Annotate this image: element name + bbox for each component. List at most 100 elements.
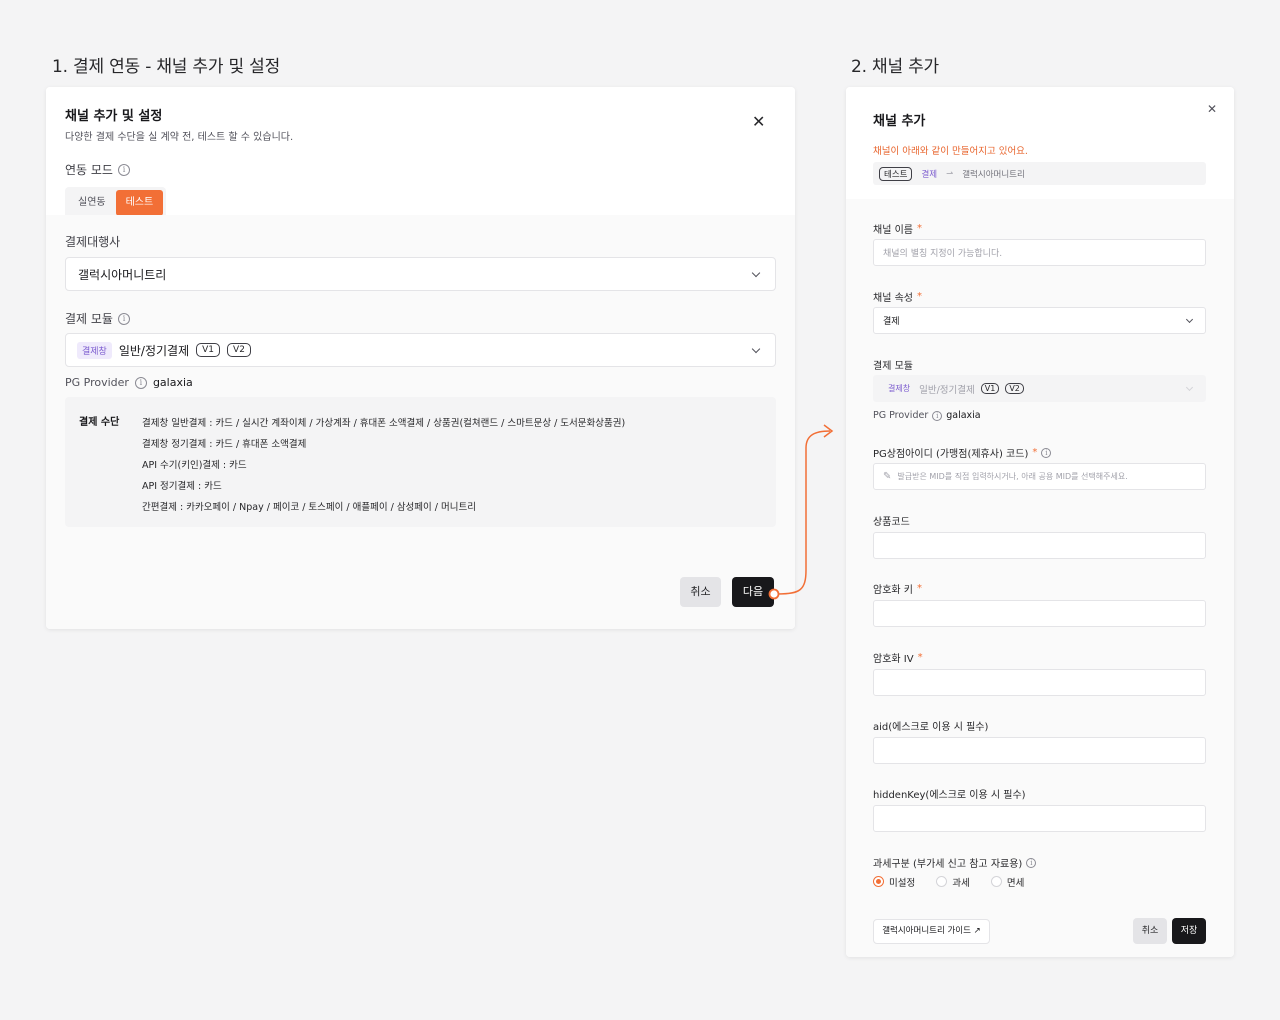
provider-value: galaxia (152, 376, 193, 389)
tax-radio-taxable[interactable]: 과세 (936, 875, 970, 889)
mode-option-live[interactable]: 실연동 (68, 190, 116, 216)
tax-option-label: 과세 (952, 877, 970, 889)
channel-attr-value: 결제 (883, 317, 900, 327)
enc-key-label: 암호화 키 * (873, 581, 922, 596)
r-provider-value: galaxia (946, 410, 981, 421)
chevron-down-icon (1185, 383, 1194, 392)
module-label-row: 결제 모듈 i (65, 310, 130, 327)
product-code-input[interactable] (873, 532, 1206, 559)
save-button[interactable]: 저장 (1172, 918, 1206, 944)
mid-placeholder: 발급받은 MID를 직접 입력하시거나, 아래 공용 MID를 선택해주세요. (897, 472, 1128, 481)
product-code-label: 상품코드 (873, 513, 910, 528)
tax-radio-unset[interactable]: 미설정 (873, 875, 915, 889)
step2-title: 2. 채널 추가 (851, 57, 939, 77)
info-icon[interactable]: i (117, 312, 130, 325)
required-mark: * (916, 583, 922, 594)
channel-preview: 테스트 결제 ⇀ 갤럭시아머니트리 (873, 162, 1206, 185)
close-icon[interactable]: ✕ (1207, 103, 1217, 115)
method-line: 결제창 정기결제 : 카드 / 휴대폰 소액결제 (142, 439, 307, 450)
r-cancel-button[interactable]: 취소 (1133, 918, 1167, 944)
info-icon[interactable]: i (1026, 857, 1037, 868)
pg-select[interactable]: 갤럭시아머니트리 (65, 257, 776, 291)
enc-key-input[interactable] (873, 600, 1206, 627)
info-icon[interactable]: i (117, 163, 130, 176)
pencil-icon: ✎ (883, 471, 892, 482)
preview-name: 갤럭시아머니트리 (962, 169, 1025, 180)
mid-label: PG상점아이디 (가맹점(제휴사) 코드) * i (873, 445, 1052, 460)
radio-dot (990, 876, 1002, 887)
connector-arrowhead (823, 424, 834, 438)
tax-radio-exempt[interactable]: 면세 (990, 875, 1025, 889)
info-icon[interactable]: i (134, 376, 147, 389)
dialog-header: 채널 추가 및 설정 다양한 결제 수단을 실 계약 전, 테스트 할 수 있습… (46, 87, 795, 219)
add-channel-dialog: 채널 추가 채널이 아래와 같이 만들어지고 있어요. 테스트 결제 ⇀ 갤럭시… (846, 87, 1234, 957)
info-icon[interactable]: i (932, 410, 943, 421)
mode-label: 연동 모드 (65, 163, 113, 177)
mode-option-test[interactable]: 테스트 (115, 190, 164, 216)
version-pill-v2: V2 (227, 343, 251, 357)
methods-title: 결제 수단 (79, 417, 120, 428)
methods-list: 결제창 일반결제 : 카드 / 실시간 계좌이체 / 가상계좌 / 휴대폰 소액… (142, 413, 625, 518)
enc-key-label-text: 암호화 키 (873, 585, 913, 596)
mid-label-text: PG상점아이디 (가맹점(제휴사) 코드) (873, 449, 1029, 460)
method-line: API 정기결제 : 카드 (142, 481, 222, 492)
chevron-down-icon (1185, 315, 1194, 324)
channel-name-label-text: 채널 이름 (873, 225, 913, 236)
channel-name-label: 채널 이름 * (873, 221, 922, 236)
r-module-badge: 결제창 (888, 384, 911, 393)
provider-label: PG Provider (65, 376, 129, 389)
hidden-key-label: hiddenKey(에스크로 이용 시 필수) (873, 786, 1026, 801)
r-module-select: 결제창 일반/정기결제 V1 V2 (873, 375, 1206, 402)
channel-notice: 채널이 아래와 같이 만들어지고 있어요. (873, 146, 1028, 157)
product-code-label-text: 상품코드 (873, 517, 910, 528)
next-button[interactable]: 다음 (732, 577, 774, 607)
channel-name-placeholder: 채널의 별칭 지정이 가능합니다. (883, 249, 1003, 259)
method-line: 결제창 일반결제 : 카드 / 실시간 계좌이체 / 가상계좌 / 휴대폰 소액… (142, 418, 626, 429)
enc-iv-label-text: 암호화 IV (873, 654, 914, 665)
radio-dot (873, 876, 884, 887)
mid-input[interactable]: ✎ 발급받은 MID를 직접 입력하시거나, 아래 공용 MID를 선택해주세요. (873, 463, 1206, 490)
step1-title: 1. 결제 연동 - 채널 추가 및 설정 (52, 57, 281, 77)
hidden-key-label-text: hiddenKey(에스크로 이용 시 필수) (873, 790, 1026, 801)
r-provider-label: PG Provider (873, 410, 929, 421)
module-select[interactable]: 결제창 일반/정기결제 V1 V2 (65, 333, 776, 367)
preview-tag: 테스트 (879, 166, 913, 181)
channel-setup-dialog: 채널 추가 및 설정 다양한 결제 수단을 실 계약 전, 테스트 할 수 있습… (46, 87, 795, 629)
preview-type: 결제 (921, 169, 938, 180)
channel-name-input[interactable]: 채널의 별칭 지정이 가능합니다. (873, 239, 1206, 266)
channel-attr-label-text: 채널 속성 (873, 293, 913, 304)
dialog-subtitle: 다양한 결제 수단을 실 계약 전, 테스트 할 수 있습니다. (65, 132, 294, 143)
add-channel-header: 채널 추가 채널이 아래와 같이 만들어지고 있어요. 테스트 결제 ⇀ 갤럭시… (846, 87, 1234, 199)
enc-iv-input[interactable] (873, 669, 1206, 696)
channel-attr-select[interactable]: 결제 (873, 307, 1206, 334)
add-channel-body: 채널 이름 * 채널의 별칭 지정이 가능합니다. 채널 속성 * 결제 결제 모듈… (846, 199, 1234, 957)
aid-input[interactable] (873, 737, 1206, 764)
dialog-title: 채널 추가 및 설정 (65, 109, 163, 124)
module-label: 결제 모듈 (65, 312, 113, 326)
required-mark: * (917, 652, 923, 663)
hidden-key-input[interactable] (873, 805, 1206, 832)
channel-attr-label: 채널 속성 * (873, 289, 922, 304)
required-mark: * (1032, 447, 1038, 458)
aid-label: aid(에스크로 이용 시 필수) (873, 718, 988, 733)
tax-option-label: 면세 (1006, 877, 1025, 889)
pg-select-value: 갤럭시아머니트리 (78, 267, 167, 282)
guide-link-button[interactable]: 갤럭시아머니트리 가이드 ↗ (873, 919, 990, 944)
method-line: 간편결제 : 카카오페이 / Npay / 페이코 / 토스페이 / 애플페이 … (142, 502, 476, 513)
pg-label-text: 결제대행사 (65, 235, 121, 249)
tax-label-text: 과세구분 (부가세 신고 참고 자료용) (873, 859, 1023, 870)
pg-label: 결제대행사 (65, 233, 120, 250)
info-icon[interactable]: i (1041, 447, 1052, 458)
mode-label-row: 연동 모드 i (65, 161, 775, 178)
close-icon[interactable]: ✕ (752, 114, 765, 130)
required-mark: * (916, 223, 922, 234)
r-provider-row: PG Provider i galaxia (873, 410, 981, 421)
tax-option-label: 미설정 (889, 877, 916, 889)
cancel-button[interactable]: 취소 (680, 577, 721, 607)
version-pill-v1: V1 (196, 343, 221, 357)
version-pill-v1: V1 (980, 383, 1000, 394)
method-line: API 수기(키인)결제 : 카드 (142, 460, 247, 471)
r-module-value: 일반/정기결제 (919, 384, 975, 396)
r-module-label: 결제 모듈 (873, 357, 913, 372)
provider-row: PG Provider i galaxia (65, 376, 193, 389)
